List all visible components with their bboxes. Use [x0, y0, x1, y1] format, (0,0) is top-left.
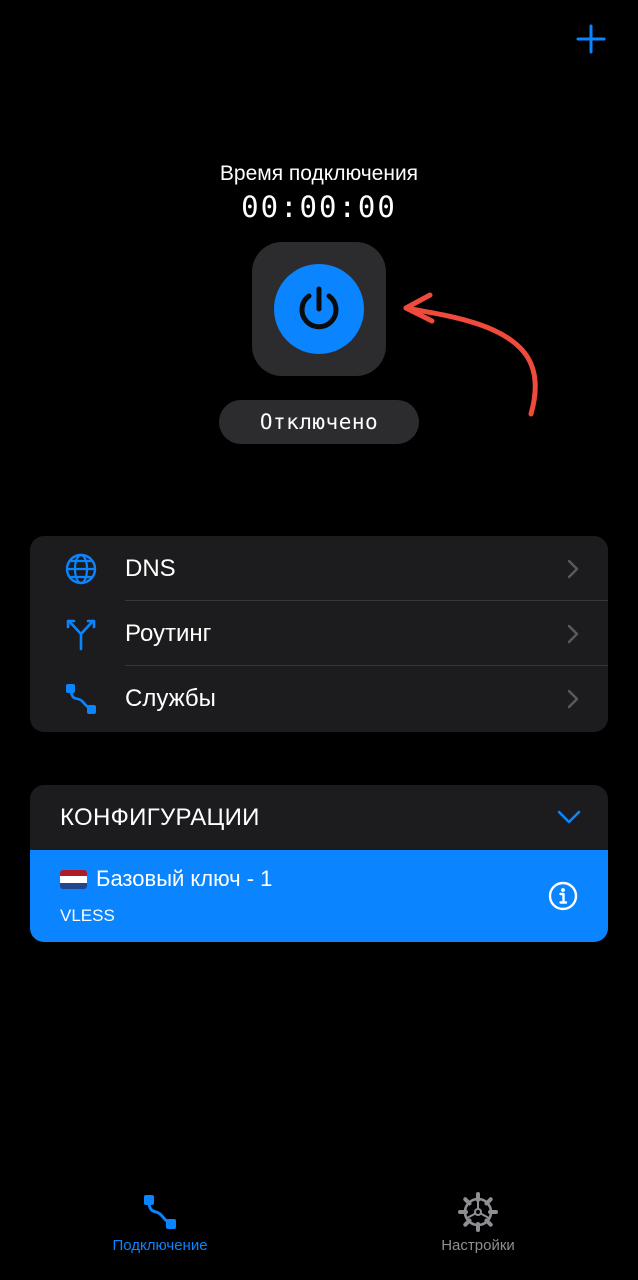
routing-fork-icon [66, 619, 96, 651]
add-config-button[interactable] [574, 22, 608, 56]
menu-item-label: Роутинг [125, 620, 212, 647]
connection-time-label: Время подключения [219, 162, 419, 185]
config-name: Базовый ключ - 1 [96, 866, 273, 891]
services-path-icon [66, 684, 96, 714]
power-button-circle [274, 264, 364, 354]
menu-item-label: Службы [125, 685, 216, 712]
power-button[interactable] [252, 242, 386, 376]
configurations-card: КОНФИГУРАЦИИ Базовый ключ - 1 VLESS [30, 785, 608, 942]
menu-item-label: DNS [125, 555, 176, 582]
config-item[interactable]: Базовый ключ - 1 VLESS [30, 850, 608, 942]
app-screen: Время подключения 00:00:00 Отключено DNS [0, 0, 638, 1280]
connection-path-icon [144, 1195, 176, 1229]
configurations-title: КОНФИГУРАЦИИ [60, 804, 260, 831]
menu-item-dns[interactable]: DNS [30, 536, 608, 601]
settings-menu-card: DNS Роутинг Службы [30, 536, 608, 732]
globe-icon [65, 553, 97, 585]
menu-item-services[interactable]: Службы [30, 666, 608, 731]
netherlands-flag-icon [60, 870, 87, 889]
tab-settings[interactable]: Настройки [378, 1180, 578, 1270]
tab-label: Подключение [112, 1237, 208, 1254]
chevron-down-icon [557, 810, 581, 824]
config-protocol: VLESS [60, 906, 115, 925]
gear-icon [458, 1192, 498, 1232]
connection-status-badge: Отключено [219, 400, 419, 444]
tab-bar: Подключение Настройки [0, 1180, 638, 1280]
chevron-right-icon [567, 559, 579, 579]
annotation-arrow-icon [403, 292, 538, 417]
connection-timer: 00:00:00 [241, 190, 397, 224]
chevron-right-icon [567, 624, 579, 644]
tab-connection[interactable]: Подключение [60, 1180, 260, 1270]
tab-label: Настройки [441, 1237, 515, 1254]
chevron-right-icon [567, 689, 579, 709]
configurations-header[interactable]: КОНФИГУРАЦИИ [30, 785, 608, 850]
menu-item-routing[interactable]: Роутинг [30, 601, 608, 666]
plus-icon [576, 24, 606, 54]
power-icon [299, 286, 339, 330]
info-icon[interactable] [548, 881, 578, 911]
